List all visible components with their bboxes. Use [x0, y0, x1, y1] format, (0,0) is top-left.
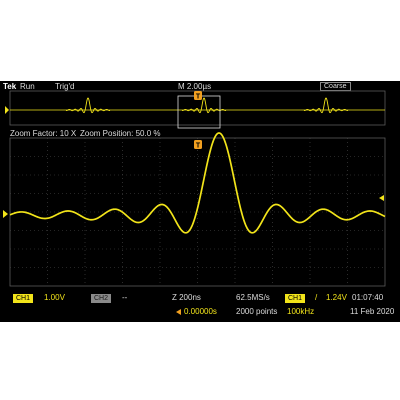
- trigger-level-marker[interactable]: [379, 195, 384, 201]
- frequency-readout: 100kHz: [287, 307, 315, 316]
- trigger-position-marker-label: T: [196, 143, 201, 150]
- waveform-canvas: T T: [3, 90, 386, 315]
- sample-rate: 62.5MS/s: [236, 293, 270, 302]
- graticule: [9, 137, 386, 287]
- date: 11 Feb 2020: [350, 307, 395, 316]
- overview-pulse: [181, 97, 227, 114]
- ch1-scale: 1.00V: [44, 293, 65, 302]
- ch1-badge[interactable]: CH1: [13, 294, 34, 303]
- record-length: 2000 points: [236, 307, 278, 316]
- trigger-level: 1.24V: [326, 293, 347, 302]
- overview-ch1-marker: [5, 106, 9, 114]
- ch1-ground-marker[interactable]: [3, 210, 8, 218]
- clock-time: 01:07:40: [352, 293, 384, 302]
- trigger-source-badge[interactable]: CH1: [285, 294, 306, 303]
- zoom-timebase: Z 200ns: [172, 293, 201, 302]
- ch2-scale: --: [122, 293, 128, 302]
- horizontal-position: 0.00000s: [184, 307, 217, 316]
- grid-lines: [10, 138, 385, 286]
- horizontal-position-arrow: [176, 309, 181, 315]
- oscilloscope-display: Tek Run Trig'd M 2.00µs Coarse Zoom Fact…: [0, 81, 400, 322]
- ch2-badge[interactable]: CH2: [91, 294, 112, 303]
- overview-strip: T: [5, 90, 386, 129]
- overview-pulse: [303, 97, 349, 114]
- trigger-slope: /: [315, 293, 318, 302]
- overview-pulse: [65, 97, 111, 114]
- overview-trigger-marker-label: T: [196, 94, 201, 101]
